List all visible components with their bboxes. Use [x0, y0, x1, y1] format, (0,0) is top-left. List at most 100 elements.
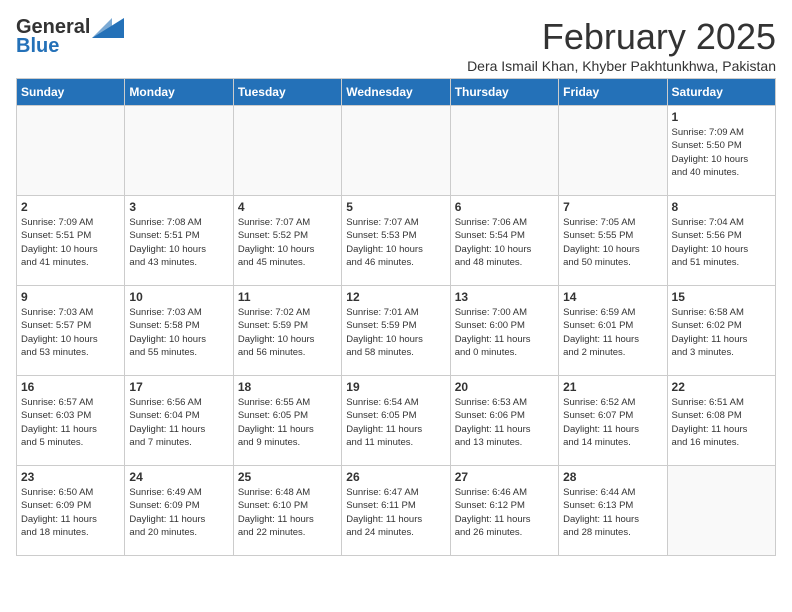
weekday-header-saturday: Saturday	[667, 79, 775, 106]
day-number: 1	[672, 110, 771, 124]
day-info: Sunrise: 6:46 AM Sunset: 6:12 PM Dayligh…	[455, 486, 554, 539]
calendar-cell: 26 Sunrise: 6:47 AM Sunset: 6:11 PM Dayli…	[342, 466, 450, 556]
day-number: 11	[238, 290, 337, 304]
day-number: 7	[563, 200, 662, 214]
day-info: Sunrise: 7:09 AM Sunset: 5:50 PM Dayligh…	[672, 126, 771, 179]
day-number: 13	[455, 290, 554, 304]
calendar-cell: 11 Sunrise: 7:02 AM Sunset: 5:59 PM Dayli…	[233, 286, 341, 376]
day-info: Sunrise: 7:09 AM Sunset: 5:51 PM Dayligh…	[21, 216, 120, 269]
day-info: Sunrise: 6:55 AM Sunset: 6:05 PM Dayligh…	[238, 396, 337, 449]
calendar-cell: 3 Sunrise: 7:08 AM Sunset: 5:51 PM Daylig…	[125, 196, 233, 286]
day-info: Sunrise: 7:08 AM Sunset: 5:51 PM Dayligh…	[129, 216, 228, 269]
day-number: 10	[129, 290, 228, 304]
calendar-cell: 15 Sunrise: 6:58 AM Sunset: 6:02 PM Dayli…	[667, 286, 775, 376]
calendar-cell: 10Sunrise: 7:03 AM Sunset: 5:58 PM Dayli…	[125, 286, 233, 376]
calendar-cell: 18 Sunrise: 6:55 AM Sunset: 6:05 PM Dayli…	[233, 376, 341, 466]
calendar-cell: 16 Sunrise: 6:57 AM Sunset: 6:03 PM Dayli…	[17, 376, 125, 466]
calendar-cell: 20 Sunrise: 6:53 AM Sunset: 6:06 PM Dayli…	[450, 376, 558, 466]
calendar-cell: 5 Sunrise: 7:07 AM Sunset: 5:53 PM Daylig…	[342, 196, 450, 286]
calendar-table: SundayMondayTuesdayWednesdayThursdayFrid…	[16, 78, 776, 556]
calendar-cell	[233, 106, 341, 196]
day-number: 2	[21, 200, 120, 214]
calendar-week-1: 1 Sunrise: 7:09 AM Sunset: 5:50 PM Daylig…	[17, 106, 776, 196]
day-info: Sunrise: 7:07 AM Sunset: 5:53 PM Dayligh…	[346, 216, 445, 269]
day-info: Sunrise: 6:53 AM Sunset: 6:06 PM Dayligh…	[455, 396, 554, 449]
page-header: General Blue February 2025 Dera Ismail K…	[16, 16, 776, 74]
calendar-cell	[17, 106, 125, 196]
day-number: 27	[455, 470, 554, 484]
calendar-cell: 21 Sunrise: 6:52 AM Sunset: 6:07 PM Dayli…	[559, 376, 667, 466]
calendar-week-2: 2 Sunrise: 7:09 AM Sunset: 5:51 PM Daylig…	[17, 196, 776, 286]
logo-blue-text: Blue	[16, 35, 59, 58]
day-number: 28	[563, 470, 662, 484]
day-number: 14	[563, 290, 662, 304]
subtitle: Dera Ismail Khan, Khyber Pakhtunkhwa, Pa…	[467, 58, 776, 74]
day-info: Sunrise: 7:01 AM Sunset: 5:59 PM Dayligh…	[346, 306, 445, 359]
calendar-week-5: 23 Sunrise: 6:50 AM Sunset: 6:09 PM Dayli…	[17, 466, 776, 556]
weekday-header-sunday: Sunday	[17, 79, 125, 106]
day-info: Sunrise: 6:57 AM Sunset: 6:03 PM Dayligh…	[21, 396, 120, 449]
day-number: 15	[672, 290, 771, 304]
day-number: 20	[455, 380, 554, 394]
calendar-cell: 25Sunrise: 6:48 AM Sunset: 6:10 PM Dayli…	[233, 466, 341, 556]
calendar-week-4: 16 Sunrise: 6:57 AM Sunset: 6:03 PM Dayli…	[17, 376, 776, 466]
day-number: 16	[21, 380, 120, 394]
weekday-header-tuesday: Tuesday	[233, 79, 341, 106]
month-title: February 2025	[467, 16, 776, 58]
calendar-header-row: SundayMondayTuesdayWednesdayThursdayFrid…	[17, 79, 776, 106]
weekday-header-monday: Monday	[125, 79, 233, 106]
day-info: Sunrise: 6:59 AM Sunset: 6:01 PM Dayligh…	[563, 306, 662, 359]
calendar-cell	[450, 106, 558, 196]
calendar-cell: 14 Sunrise: 6:59 AM Sunset: 6:01 PM Dayli…	[559, 286, 667, 376]
weekday-header-friday: Friday	[559, 79, 667, 106]
weekday-header-thursday: Thursday	[450, 79, 558, 106]
calendar-cell: 8 Sunrise: 7:04 AM Sunset: 5:56 PM Daylig…	[667, 196, 775, 286]
logo-icon	[92, 18, 124, 38]
day-info: Sunrise: 6:58 AM Sunset: 6:02 PM Dayligh…	[672, 306, 771, 359]
calendar-cell: 23 Sunrise: 6:50 AM Sunset: 6:09 PM Dayli…	[17, 466, 125, 556]
day-number: 8	[672, 200, 771, 214]
calendar-cell: 2 Sunrise: 7:09 AM Sunset: 5:51 PM Daylig…	[17, 196, 125, 286]
day-number: 23	[21, 470, 120, 484]
day-info: Sunrise: 7:02 AM Sunset: 5:59 PM Dayligh…	[238, 306, 337, 359]
calendar-cell	[559, 106, 667, 196]
weekday-header-wednesday: Wednesday	[342, 79, 450, 106]
calendar-cell: 19 Sunrise: 6:54 AM Sunset: 6:05 PM Dayli…	[342, 376, 450, 466]
day-info: Sunrise: 6:49 AM Sunset: 6:09 PM Dayligh…	[129, 486, 228, 539]
day-number: 25	[238, 470, 337, 484]
day-info: Sunrise: 7:04 AM Sunset: 5:56 PM Dayligh…	[672, 216, 771, 269]
day-number: 24	[129, 470, 228, 484]
day-info: Sunrise: 7:07 AM Sunset: 5:52 PM Dayligh…	[238, 216, 337, 269]
day-number: 18	[238, 380, 337, 394]
day-info: Sunrise: 6:54 AM Sunset: 6:05 PM Dayligh…	[346, 396, 445, 449]
calendar-cell: 22Sunrise: 6:51 AM Sunset: 6:08 PM Dayli…	[667, 376, 775, 466]
day-number: 9	[21, 290, 120, 304]
calendar-body: 1 Sunrise: 7:09 AM Sunset: 5:50 PM Daylig…	[17, 106, 776, 556]
day-info: Sunrise: 6:47 AM Sunset: 6:11 PM Dayligh…	[346, 486, 445, 539]
calendar-cell: 17 Sunrise: 6:56 AM Sunset: 6:04 PM Dayli…	[125, 376, 233, 466]
day-number: 21	[563, 380, 662, 394]
calendar-cell	[125, 106, 233, 196]
calendar-cell	[342, 106, 450, 196]
calendar-cell: 24 Sunrise: 6:49 AM Sunset: 6:09 PM Dayli…	[125, 466, 233, 556]
calendar-cell: 6 Sunrise: 7:06 AM Sunset: 5:54 PM Daylig…	[450, 196, 558, 286]
calendar-cell: 27 Sunrise: 6:46 AM Sunset: 6:12 PM Dayli…	[450, 466, 558, 556]
day-info: Sunrise: 6:52 AM Sunset: 6:07 PM Dayligh…	[563, 396, 662, 449]
day-info: Sunrise: 6:56 AM Sunset: 6:04 PM Dayligh…	[129, 396, 228, 449]
calendar-cell: 13 Sunrise: 7:00 AM Sunset: 6:00 PM Dayli…	[450, 286, 558, 376]
day-info: Sunrise: 7:05 AM Sunset: 5:55 PM Dayligh…	[563, 216, 662, 269]
title-area: February 2025 Dera Ismail Khan, Khyber P…	[467, 16, 776, 74]
day-info: Sunrise: 7:00 AM Sunset: 6:00 PM Dayligh…	[455, 306, 554, 359]
day-info: Sunrise: 7:06 AM Sunset: 5:54 PM Dayligh…	[455, 216, 554, 269]
day-info: Sunrise: 6:44 AM Sunset: 6:13 PM Dayligh…	[563, 486, 662, 539]
day-info: Sunrise: 6:50 AM Sunset: 6:09 PM Dayligh…	[21, 486, 120, 539]
day-number: 17	[129, 380, 228, 394]
day-number: 5	[346, 200, 445, 214]
calendar-week-3: 9Sunrise: 7:03 AM Sunset: 5:57 PM Daylig…	[17, 286, 776, 376]
day-number: 26	[346, 470, 445, 484]
calendar-cell: 4Sunrise: 7:07 AM Sunset: 5:52 PM Daylig…	[233, 196, 341, 286]
calendar-cell	[667, 466, 775, 556]
day-number: 3	[129, 200, 228, 214]
day-number: 6	[455, 200, 554, 214]
day-number: 19	[346, 380, 445, 394]
